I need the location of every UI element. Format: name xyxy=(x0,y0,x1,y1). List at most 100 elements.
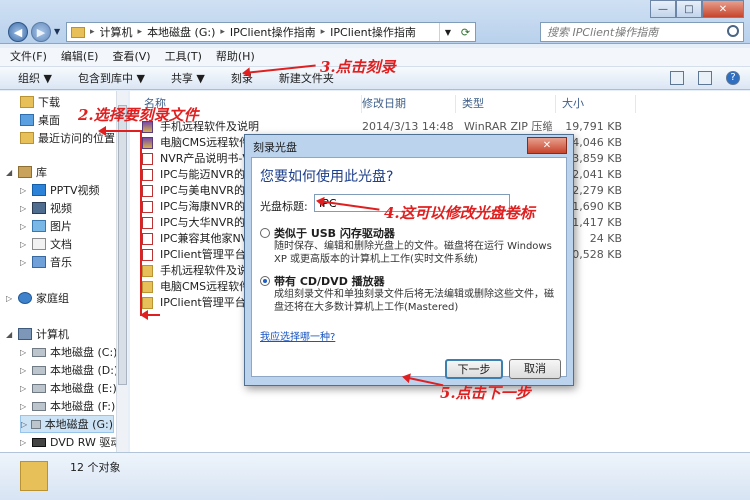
menu-help[interactable]: 帮助(H) xyxy=(216,48,255,66)
nav-music[interactable]: ▷ 音乐 xyxy=(20,253,72,271)
minimize-button[interactable]: — xyxy=(650,0,676,18)
status-bar: 12 个对象 xyxy=(0,452,750,500)
back-arrow-icon[interactable]: ◀ xyxy=(8,22,28,42)
recent-places-icon xyxy=(20,132,34,144)
expand-icon[interactable]: ▷ xyxy=(20,204,28,213)
pdf-file-icon xyxy=(142,249,153,261)
expand-icon[interactable]: ▷ xyxy=(20,258,28,267)
include-in-library-button[interactable]: 包含到库中 ▼ xyxy=(78,70,145,86)
annotation-edit-label: 4.这可以修改光盘卷标 xyxy=(384,204,535,222)
close-button[interactable]: ✕ xyxy=(702,0,744,18)
nav-libraries[interactable]: ◢ 库 xyxy=(6,163,47,181)
chevron-right-icon[interactable]: ▸ xyxy=(321,27,326,37)
which-one-link[interactable]: 我应选择哪一种? xyxy=(260,328,335,343)
breadcrumb-folder[interactable]: IPClient操作指南 xyxy=(230,24,316,40)
nav-homegroup[interactable]: ▷ 家庭组 xyxy=(6,289,69,307)
expand-icon[interactable]: ▷ xyxy=(6,294,14,303)
zip-archive-icon xyxy=(142,137,153,149)
annotation-arrow xyxy=(140,310,160,320)
menu-view[interactable]: 查看(V) xyxy=(112,48,150,66)
nav-desktop[interactable]: 桌面 xyxy=(20,111,60,129)
search-placeholder: 搜索 IPClient操作指南 xyxy=(547,26,659,39)
search-icon[interactable] xyxy=(727,25,739,37)
column-date[interactable]: 修改日期 xyxy=(356,95,456,113)
option-usb-title[interactable]: 类似于 USB 闪存驱动器 xyxy=(274,225,395,241)
nav-drive-e[interactable]: ▷ 本地磁盘 (E:) xyxy=(20,379,117,397)
annotation-click-next: 5.点击下一步 xyxy=(440,384,531,402)
view-controls: ? xyxy=(670,71,740,85)
breadcrumb-drive-g[interactable]: 本地磁盘 (G:) xyxy=(147,24,215,40)
pdf-file-icon xyxy=(142,169,153,181)
chevron-right-icon[interactable]: ▸ xyxy=(90,27,95,37)
nav-videos[interactable]: ▷ 视频 xyxy=(20,199,72,217)
option-usb-radio[interactable] xyxy=(260,228,270,238)
annotation-bracket xyxy=(140,130,142,316)
view-options-icon[interactable] xyxy=(670,71,684,85)
folder-icon xyxy=(20,96,34,108)
expand-icon[interactable]: ▷ xyxy=(20,348,28,357)
pdf-file-icon xyxy=(142,185,153,197)
refresh-icon[interactable]: ⟳ xyxy=(461,26,470,39)
forward-arrow-icon[interactable]: ▶ xyxy=(31,22,51,42)
nav-documents[interactable]: ▷ 文档 xyxy=(20,235,72,253)
cancel-button[interactable]: 取消 xyxy=(509,359,561,379)
dialog-title: 刻录光盘 xyxy=(253,141,297,154)
pdf-file-icon xyxy=(142,233,153,245)
window-controls: — □ ✕ xyxy=(650,0,744,18)
nav-dvd-drive[interactable]: ▷ DVD RW 驱动 xyxy=(20,433,121,451)
nav-pictures[interactable]: ▷ 图片 xyxy=(20,217,72,235)
next-button[interactable]: 下一步 xyxy=(445,359,503,379)
expand-icon[interactable]: ▷ xyxy=(20,222,28,231)
column-size[interactable]: 大小 xyxy=(556,95,636,113)
homegroup-icon xyxy=(18,292,32,304)
expand-icon[interactable]: ◢ xyxy=(6,168,14,177)
title-bar: — □ ✕ ◀ ▶ ▼ ▸ 计算机 ▸ 本地磁盘 (G:) ▸ IPClient… xyxy=(0,0,750,44)
expand-icon[interactable]: ▷ xyxy=(20,402,28,411)
pdf-file-icon xyxy=(142,201,153,213)
nav-drive-g[interactable]: ▷ 本地磁盘 (G:) xyxy=(20,415,114,433)
organize-button[interactable]: 组织 ▼ xyxy=(18,70,52,86)
breadcrumb-subfolder[interactable]: IPClient操作指南 xyxy=(330,24,416,40)
video-icon xyxy=(32,202,46,214)
expand-icon[interactable]: ▷ xyxy=(20,366,28,375)
option-cd-dvd-radio[interactable] xyxy=(260,276,270,286)
maximize-button[interactable]: □ xyxy=(676,0,702,18)
address-bar[interactable]: ▸ 计算机 ▸ 本地磁盘 (G:) ▸ IPClient操作指南 ▸ IPCli… xyxy=(66,22,476,42)
menu-file[interactable]: 文件(F) xyxy=(10,48,47,66)
nav-scrollbar[interactable] xyxy=(116,91,128,452)
chevron-right-icon[interactable]: ▸ xyxy=(220,27,225,37)
nav-drive-c[interactable]: ▷ 本地磁盘 (C:) xyxy=(20,343,117,361)
hard-drive-icon xyxy=(32,347,46,357)
share-button[interactable]: 共享 ▼ xyxy=(171,70,205,86)
nav-drive-f[interactable]: ▷ 本地磁盘 (F:) xyxy=(20,397,115,415)
scrollbar-thumb[interactable] xyxy=(118,105,127,385)
nav-drive-d[interactable]: ▷ 本地磁盘 (D:) xyxy=(20,361,118,379)
preview-pane-icon[interactable] xyxy=(698,71,712,85)
hard-drive-icon xyxy=(32,383,46,393)
option-cd-dvd-title[interactable]: 带有 CD/DVD 播放器 xyxy=(274,273,385,289)
expand-icon[interactable]: ▷ xyxy=(20,384,28,393)
nav-computer[interactable]: ◢ 计算机 xyxy=(6,325,69,343)
nav-pptv[interactable]: ▷ PPTV视频 xyxy=(20,181,100,199)
disc-title-label: 光盘标题: xyxy=(260,200,308,213)
expand-icon[interactable]: ▷ xyxy=(20,186,28,195)
menu-tools[interactable]: 工具(T) xyxy=(165,48,202,66)
menu-edit[interactable]: 编辑(E) xyxy=(61,48,99,66)
expand-icon[interactable]: ▷ xyxy=(21,420,27,429)
folder-icon xyxy=(142,265,153,277)
file-row[interactable]: 手机远程软件及说明2014/3/13 14:48WinRAR ZIP 压缩...… xyxy=(138,119,743,135)
help-icon[interactable]: ? xyxy=(726,71,740,85)
dialog-close-button[interactable]: ✕ xyxy=(527,137,567,154)
annotation-select-files: 2.选择要刻录文件 xyxy=(78,106,199,124)
chevron-right-icon[interactable]: ▸ xyxy=(138,27,143,37)
nav-downloads[interactable]: 下载 xyxy=(20,93,60,111)
pdf-file-icon xyxy=(142,153,153,165)
search-input[interactable]: 搜索 IPClient操作指南 xyxy=(540,22,744,42)
chevron-down-icon[interactable]: ▼ xyxy=(445,28,451,37)
expand-icon[interactable]: ▷ xyxy=(20,438,28,447)
history-dropdown-icon[interactable]: ▼ xyxy=(54,27,60,36)
expand-icon[interactable]: ▷ xyxy=(20,240,28,249)
expand-icon[interactable]: ◢ xyxy=(6,330,14,339)
column-type[interactable]: 类型 xyxy=(456,95,556,113)
breadcrumb-computer[interactable]: 计算机 xyxy=(100,24,133,40)
